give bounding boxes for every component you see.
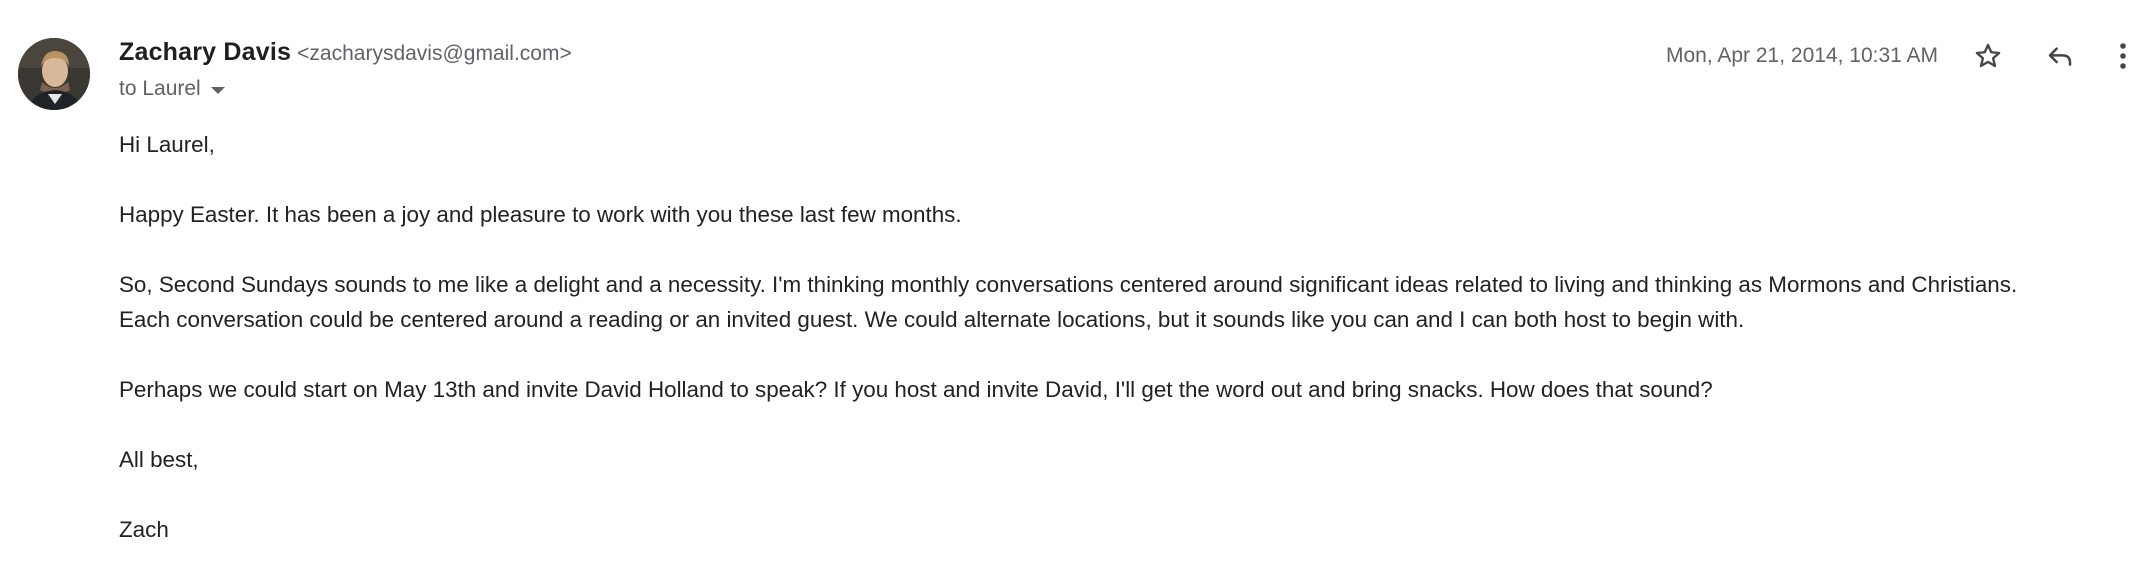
body-paragraph: All best, (119, 442, 2120, 477)
avatar-photo (18, 38, 90, 110)
body-paragraph: Happy Easter. It has been a joy and plea… (119, 197, 2120, 232)
caret-down-icon (210, 86, 225, 94)
body-line: Perhaps we could start on May 13th and i… (119, 377, 1713, 402)
message-date: Mon, Apr 21, 2014, 10:31 AM (1665, 44, 1938, 67)
recipient-toggle[interactable]: to Laurel (119, 77, 225, 101)
body-line: Zach (119, 517, 169, 542)
body-paragraph: Perhaps we could start on May 13th and i… (119, 372, 2120, 407)
body-line: Each conversation could be centered arou… (119, 307, 1745, 332)
sender-email: <zacharysdavis@gmail.com> (297, 42, 572, 65)
body-line: So, Second Sundays sounds to me like a d… (119, 272, 2018, 297)
body-paragraph: So, Second Sundays sounds to me like a d… (119, 267, 2120, 337)
body-paragraph: Zach (119, 512, 2120, 547)
more-options-button[interactable] (2108, 32, 2138, 80)
sender-avatar[interactable] (18, 38, 90, 110)
message-actions: Mon, Apr 21, 2014, 10:31 AM (1666, 38, 2138, 74)
message-body: Hi Laurel, Happy Easter. It has been a j… (119, 127, 2120, 547)
body-line: All best, (119, 447, 199, 472)
sender-name[interactable]: Zachary Davis (119, 38, 291, 67)
reply-icon (2048, 47, 2072, 66)
recipient-label: to Laurel (119, 77, 201, 100)
body-paragraph: Hi Laurel, (119, 127, 2120, 162)
star-outline-icon (1975, 43, 2001, 68)
more-vert-icon (2120, 43, 2126, 69)
body-line: Happy Easter. It has been a joy and plea… (119, 202, 962, 227)
reply-button[interactable] (2036, 32, 2084, 80)
body-line: Hi Laurel, (119, 132, 215, 157)
star-button[interactable] (1964, 32, 2012, 80)
email-message: Zachary Davis <zacharysdavis@gmail.com> … (0, 0, 2138, 562)
